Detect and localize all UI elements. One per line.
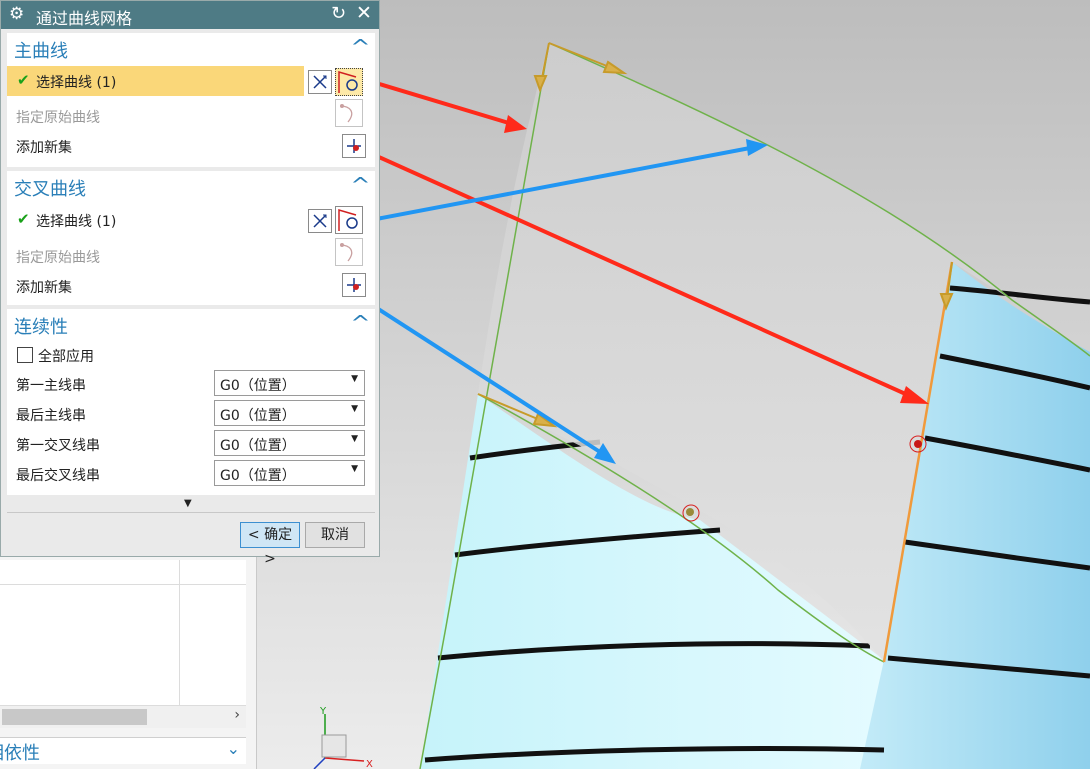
select-curve-label: 选择曲线 (1) bbox=[36, 214, 117, 230]
origin-curve-icon bbox=[339, 243, 353, 262]
add-new-set-label: 添加新集 bbox=[16, 140, 72, 156]
curve-rule-button[interactable] bbox=[335, 68, 363, 96]
expand-more-icon[interactable]: ▼ bbox=[184, 498, 192, 509]
continuity-select[interactable]: G0（位置） ▼ bbox=[214, 430, 365, 456]
continuity-select[interactable]: G0（位置） ▼ bbox=[214, 370, 365, 396]
curve-rule-icon bbox=[338, 208, 358, 231]
apply-all-row[interactable]: 全部应用 bbox=[7, 340, 375, 370]
add-new-set-button[interactable] bbox=[342, 134, 366, 158]
specify-origin-row: 指定原始曲线 bbox=[7, 241, 375, 271]
continuity-header[interactable]: 连续性 ^ bbox=[7, 309, 375, 339]
continuity-select-value: G0（位置） bbox=[220, 378, 296, 394]
dialog-titlebar[interactable]: ⚙ 通过曲线网格 ↻ ✕ bbox=[1, 1, 379, 29]
check-icon: ✔ bbox=[17, 71, 30, 89]
origin-curve-icon bbox=[339, 104, 353, 123]
cancel-button[interactable]: 取消 bbox=[305, 522, 365, 548]
dialog-title: 通过曲线网格 bbox=[36, 9, 133, 28]
chevron-up-icon[interactable]: ^ bbox=[351, 311, 371, 335]
specify-origin-label: 指定原始曲线 bbox=[16, 110, 100, 126]
add-new-set-row: 添加新集 bbox=[7, 131, 375, 161]
navigator-section-label: 相依性 bbox=[0, 743, 40, 764]
navigator-horizontal-scrollbar[interactable]: › bbox=[0, 706, 246, 728]
navigator-row[interactable] bbox=[0, 560, 246, 585]
gear-icon[interactable]: ⚙ bbox=[9, 4, 24, 24]
reverse-direction-button[interactable] bbox=[308, 209, 332, 233]
select-curve-row[interactable]: ✔ 选择曲线 (1) bbox=[7, 66, 304, 96]
check-icon: ✔ bbox=[17, 210, 30, 228]
navigator-row[interactable] bbox=[0, 633, 246, 658]
navigator-dependencies-section[interactable]: 相依性 ⌄ bbox=[0, 737, 246, 764]
origin-marker-dot bbox=[914, 440, 922, 448]
reverse-direction-icon bbox=[313, 214, 327, 228]
divider bbox=[7, 512, 375, 513]
close-icon[interactable]: ✕ bbox=[356, 2, 372, 24]
specify-origin-button[interactable] bbox=[335, 99, 363, 127]
dropdown-arrow-icon[interactable]: ▼ bbox=[351, 464, 358, 474]
add-new-set-label: 添加新集 bbox=[16, 280, 72, 296]
continuity-row-label: 最后主线串 bbox=[16, 408, 86, 424]
chevron-up-icon[interactable]: ^ bbox=[351, 173, 371, 197]
apply-all-label: 全部应用 bbox=[38, 349, 94, 365]
triad-y-label: Y bbox=[319, 706, 327, 717]
section-title: 交叉曲线 bbox=[14, 179, 86, 200]
navigator-row[interactable] bbox=[0, 609, 246, 634]
specify-origin-label: 指定原始曲线 bbox=[16, 250, 100, 266]
reverse-direction-button[interactable] bbox=[308, 70, 332, 94]
add-new-set-button[interactable] bbox=[342, 273, 366, 297]
continuity-row-label: 最后交叉线串 bbox=[16, 468, 100, 484]
continuity-select[interactable]: G0（位置） ▼ bbox=[214, 460, 365, 486]
add-set-icon bbox=[347, 139, 361, 153]
dropdown-arrow-icon[interactable]: ▼ bbox=[351, 434, 358, 444]
scroll-right-icon[interactable]: › bbox=[234, 707, 240, 723]
cross-curves-header[interactable]: 交叉曲线 ^ bbox=[7, 171, 375, 201]
continuity-row-label: 第一主线串 bbox=[16, 378, 86, 394]
chevron-up-icon[interactable]: ^ bbox=[351, 35, 371, 59]
origin-marker-dot bbox=[686, 508, 694, 516]
reset-icon[interactable]: ↻ bbox=[331, 3, 346, 24]
through-curve-mesh-dialog: ⚙ 通过曲线网格 ↻ ✕ 主曲线 ^ ✔ 选择曲线 (1) 指定原始曲线 添加新… bbox=[0, 0, 380, 567]
continuity-row: 最后主线串 G0（位置） ▼ bbox=[7, 399, 375, 429]
continuity-select-value: G0（位置） bbox=[220, 438, 296, 454]
continuity-row: 第一交叉线串 G0（位置） ▼ bbox=[7, 429, 375, 459]
curve-rule-button[interactable] bbox=[335, 206, 363, 234]
triad-x-label: X bbox=[366, 759, 373, 769]
specify-origin-button[interactable] bbox=[335, 238, 363, 266]
section-title: 主曲线 bbox=[14, 41, 68, 62]
cross-curves-section: 交叉曲线 ^ ✔ 选择曲线 (1) 指定原始曲线 添加新集 bbox=[7, 171, 375, 305]
dropdown-arrow-icon[interactable]: ▼ bbox=[351, 404, 358, 414]
specify-origin-row: 指定原始曲线 bbox=[7, 101, 375, 131]
triad-cube bbox=[321, 734, 347, 758]
continuity-section: 连续性 ^ 全部应用 第一主线串 G0（位置） ▼ 最后主线串 G0（位置） ▼… bbox=[7, 309, 375, 495]
chevron-down-icon[interactable]: ⌄ bbox=[227, 739, 240, 758]
reverse-direction-icon bbox=[313, 75, 327, 89]
ok-button[interactable]: < 确定 > bbox=[240, 522, 300, 567]
primary-curves-section: 主曲线 ^ ✔ 选择曲线 (1) 指定原始曲线 添加新集 bbox=[7, 33, 375, 167]
continuity-row-label: 第一交叉线串 bbox=[16, 438, 100, 454]
section-title: 连续性 bbox=[14, 317, 68, 338]
curve-rule-icon bbox=[338, 70, 358, 93]
navigator-row[interactable] bbox=[0, 681, 246, 706]
continuity-row: 第一主线串 G0（位置） ▼ bbox=[7, 369, 375, 399]
dropdown-arrow-icon[interactable]: ▼ bbox=[351, 374, 358, 384]
apply-all-checkbox[interactable] bbox=[17, 347, 33, 363]
navigator-row[interactable] bbox=[0, 657, 246, 682]
navigator-row[interactable] bbox=[0, 585, 246, 610]
primary-curves-header[interactable]: 主曲线 ^ bbox=[7, 33, 375, 63]
add-new-set-row: 添加新集 bbox=[7, 271, 375, 301]
add-set-icon bbox=[347, 278, 361, 292]
scrollbar-thumb[interactable] bbox=[2, 709, 147, 725]
continuity-select-value: G0（位置） bbox=[220, 468, 296, 484]
select-curve-label: 选择曲线 (1) bbox=[36, 75, 117, 91]
continuity-select[interactable]: G0（位置） ▼ bbox=[214, 400, 365, 426]
continuity-select-value: G0（位置） bbox=[220, 408, 296, 424]
continuity-row: 最后交叉线串 G0（位置） ▼ bbox=[7, 459, 375, 489]
